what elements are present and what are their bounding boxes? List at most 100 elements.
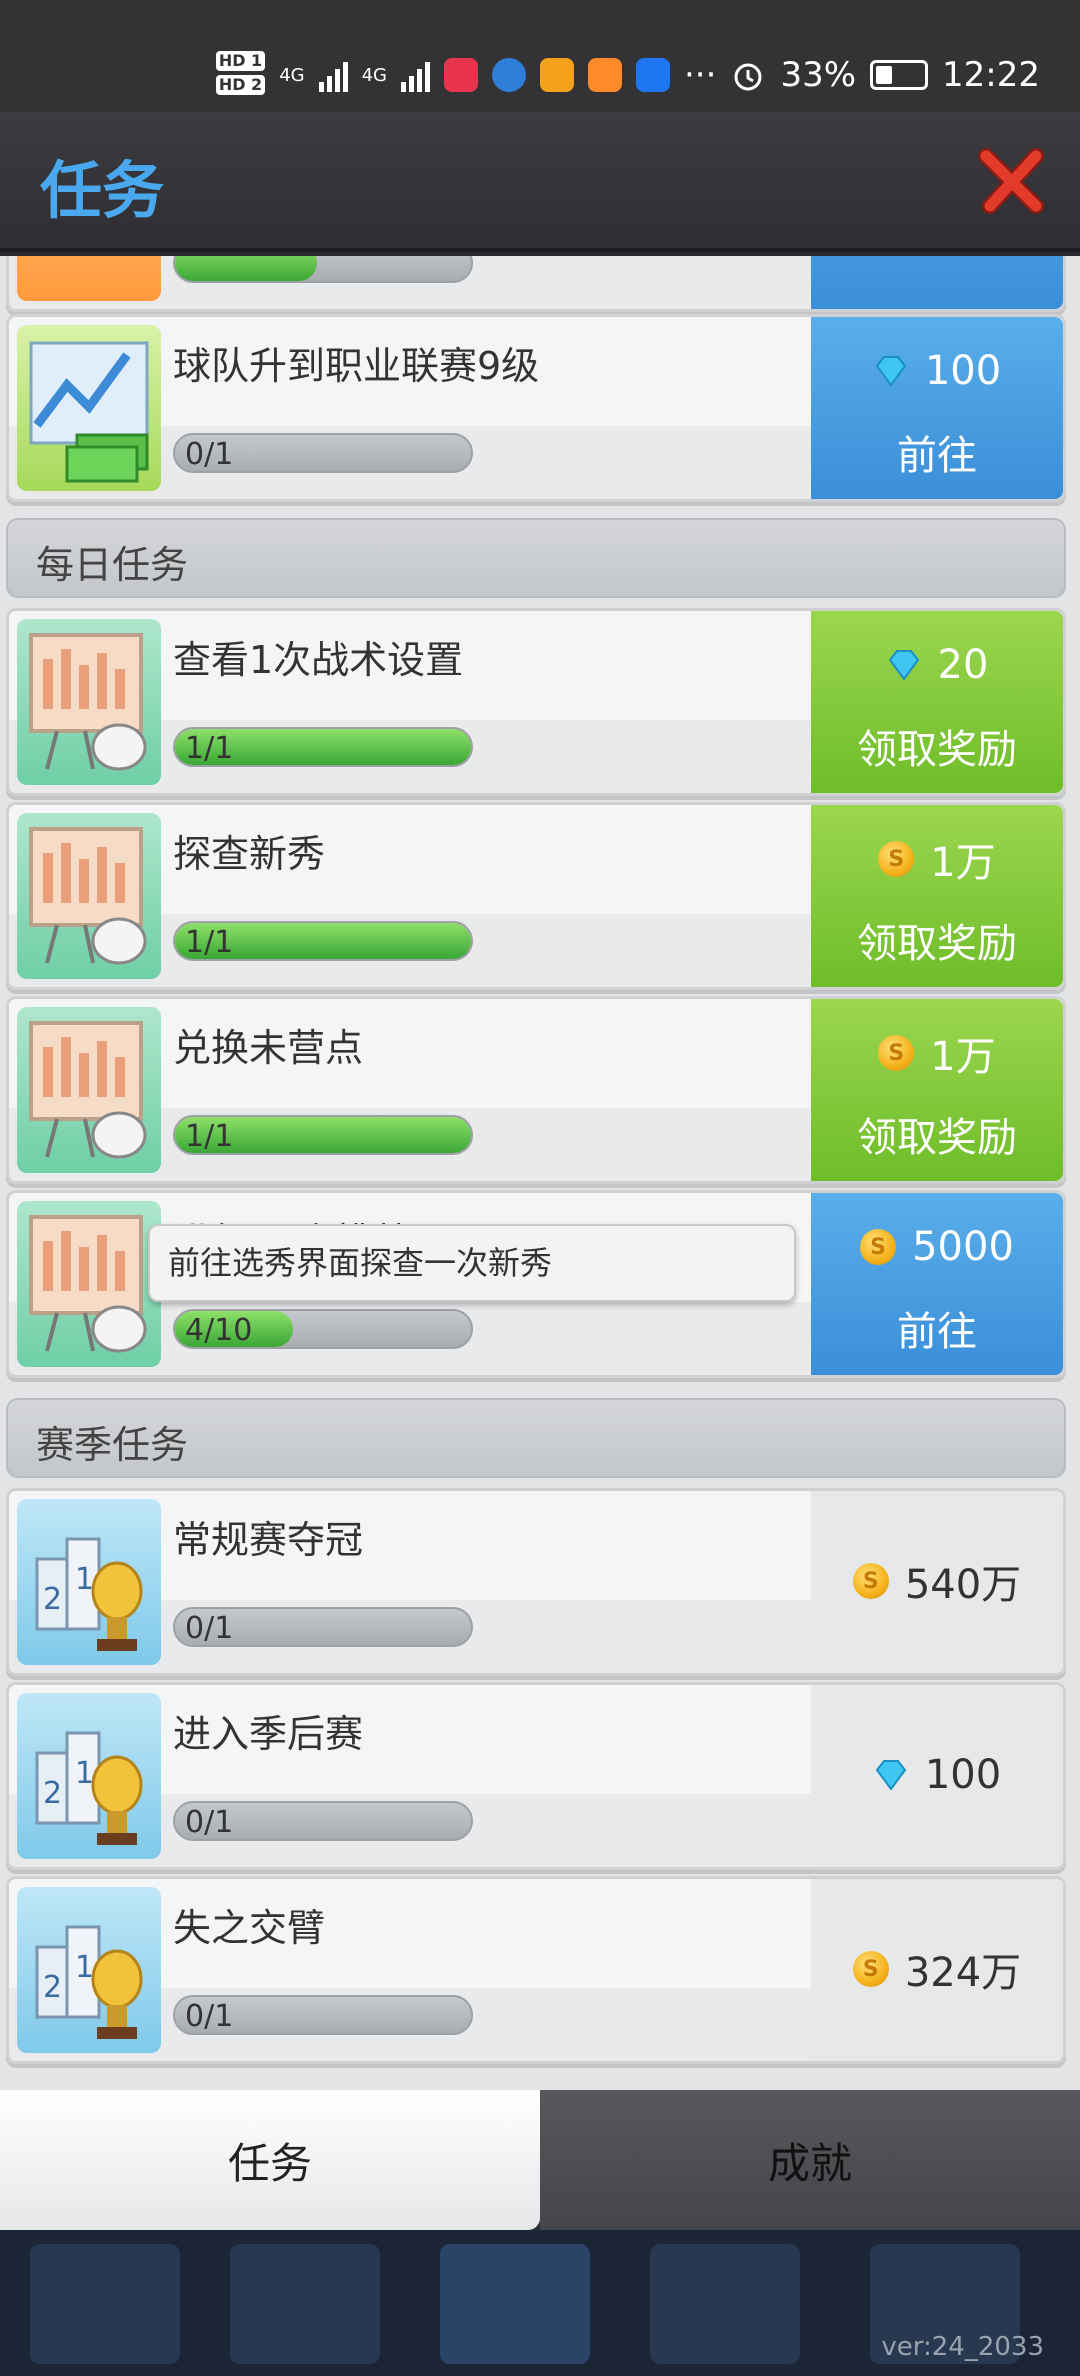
task-icon xyxy=(17,256,161,301)
section-header-daily: 每日任务 xyxy=(6,518,1066,598)
tab-tasks[interactable]: 任务 xyxy=(0,2090,540,2230)
status-icons: HD 1 HD 2 4G 4G ··· 33% 12:22 xyxy=(215,40,1040,110)
action-label: 前往 xyxy=(897,1309,977,1355)
coin-icon: S xyxy=(852,1951,889,1987)
section-title: 赛季任务 xyxy=(36,1423,189,1467)
svg-text:2: 2 xyxy=(43,1776,62,1811)
reward-value: 100 xyxy=(924,1752,1002,1798)
progress-text: 1/1 xyxy=(185,731,234,766)
reward-amount: 100 xyxy=(811,1747,1063,1803)
chart-money-icon xyxy=(17,325,161,491)
task-tooltip: 前往选秀界面探查一次新秀 xyxy=(148,1224,796,1302)
claim-reward-button[interactable]: 20 领取奖励 xyxy=(811,611,1063,793)
section-header-season: 赛季任务 xyxy=(6,1398,1066,1478)
nav-item-icon xyxy=(440,2244,590,2364)
task-title: 进入季后赛 xyxy=(173,1712,364,1756)
progress-bar: 0/1 xyxy=(173,1995,473,2035)
progress-bar: 0/1 xyxy=(173,433,473,473)
reward-display: 100 xyxy=(811,1685,1063,1867)
nav-item-icon xyxy=(650,2244,800,2364)
coin-icon: S xyxy=(878,1035,915,1071)
svg-text:1: 1 xyxy=(75,1756,94,1791)
svg-text:1: 1 xyxy=(75,1562,94,1597)
alarm-icon xyxy=(734,63,762,91)
claim-reward-button[interactable]: S 1万 领取奖励 xyxy=(811,999,1063,1181)
progress-bar: 0/1 xyxy=(173,1801,473,1841)
reward-value: 20 xyxy=(937,642,989,688)
hd1-label: HD 1 xyxy=(215,51,266,71)
reward-value: 540万 xyxy=(904,1562,1022,1608)
background-nav: ver:24_2033 xyxy=(0,2230,1080,2376)
trophy-icon: 2 1 xyxy=(17,1693,161,1859)
svg-text:2: 2 xyxy=(43,1582,62,1617)
progress-text: 0/1 xyxy=(185,1611,234,1646)
app2-notification-icon xyxy=(540,58,574,92)
progress-bar: 1/1 xyxy=(173,727,473,767)
claim-reward-button[interactable]: S 1万 领取奖励 xyxy=(811,805,1063,987)
reward-display: S 540万 xyxy=(811,1491,1063,1673)
action-label: 领取奖励 xyxy=(857,921,1017,967)
reward-value: 324万 xyxy=(904,1950,1022,1996)
progress-text: 1/1 xyxy=(185,925,234,960)
task-row-partial xyxy=(6,256,1066,312)
reward-amount: S 1万 xyxy=(811,1025,1063,1081)
task-list[interactable]: 球队升到职业联赛9级 0/1 100 前往 每日任务 查看1次战术设置 1/1 … xyxy=(0,256,1080,2092)
close-icon[interactable] xyxy=(976,142,1050,216)
battery-icon xyxy=(870,60,929,90)
task-title: 失之交臂 xyxy=(173,1906,326,1950)
reward-go-button[interactable]: 100 前往 xyxy=(811,317,1063,499)
tactics-board-icon xyxy=(17,1007,161,1173)
svg-text:2: 2 xyxy=(43,1970,62,2005)
reward-amount: S 5000 xyxy=(811,1219,1063,1275)
reward-amount: S 540万 xyxy=(811,1553,1063,1609)
diamond-icon xyxy=(888,650,919,681)
reward-amount: 20 xyxy=(811,637,1063,693)
svg-text:1: 1 xyxy=(75,1950,94,1985)
coin-icon: S xyxy=(860,1229,897,1265)
action-label: 前往 xyxy=(897,433,977,479)
task-row: 球队升到职业联赛9级 0/1 100 前往 xyxy=(6,314,1066,502)
clock: 12:22 xyxy=(942,55,1040,95)
task-row: 2 1 常规赛夺冠 0/1 S 540万 xyxy=(6,1488,1066,1676)
progress-bar: 1/1 xyxy=(173,1115,473,1155)
tactics-board-icon xyxy=(17,1201,161,1367)
trophy-icon: 2 1 xyxy=(17,1887,161,2053)
version-label: ver:24_2033 xyxy=(881,2332,1044,2362)
network-label-1: 4G xyxy=(279,64,305,86)
reward-display: S 324万 xyxy=(811,1879,1063,2061)
trophy-icon: 2 1 xyxy=(17,1499,161,1665)
progress-text: 1/1 xyxy=(185,1119,234,1154)
task-row: 探查新秀 1/1 S 1万 领取奖励 xyxy=(6,802,1066,990)
reward-go-button[interactable]: S 5000 前往 xyxy=(811,1193,1063,1375)
task-title: 探查新秀 xyxy=(173,832,326,876)
progress-bar: 4/10 xyxy=(173,1309,473,1349)
hd-indicator: HD 1 HD 2 xyxy=(215,51,266,99)
action-label: 领取奖励 xyxy=(857,1115,1017,1161)
task-row: 2 1 进入季后赛 0/1 100 xyxy=(6,1682,1066,1870)
tab-achievements[interactable]: 成就 xyxy=(540,2090,1080,2230)
reward-amount: S 1万 xyxy=(811,831,1063,887)
page-title: 任务 xyxy=(40,154,165,227)
progress-text: 0/1 xyxy=(185,1999,234,2034)
signal-icon-2 xyxy=(401,58,430,92)
coin-icon: S xyxy=(878,841,915,877)
reward-amount: 100 xyxy=(811,343,1063,399)
action-label: 领取奖励 xyxy=(857,727,1017,773)
progress-text: 4/10 xyxy=(185,1313,253,1348)
tactics-board-icon xyxy=(17,813,161,979)
battery-percent: 33% xyxy=(780,55,857,95)
task-title: 兑换未营点 xyxy=(173,1026,364,1070)
task-row: 兑换未营点 1/1 S 1万 领取奖励 xyxy=(6,996,1066,1184)
page-header: 任务 xyxy=(0,112,1080,252)
coin-icon: S xyxy=(852,1563,889,1599)
progress-text: 0/1 xyxy=(185,1805,234,1840)
tactics-board-icon xyxy=(17,619,161,785)
reward-go-button[interactable] xyxy=(811,256,1063,309)
task-title: 查看1次战术设置 xyxy=(173,638,464,682)
bulb-notification-icon xyxy=(636,58,670,92)
status-bar: HD 1 HD 2 4G 4G ··· 33% 12:22 xyxy=(0,0,1080,112)
app-notification-icon xyxy=(444,58,478,92)
task-row: 查看1次战术设置 1/1 20 领取奖励 xyxy=(6,608,1066,796)
video-notification-icon xyxy=(588,58,622,92)
reward-amount: S 324万 xyxy=(811,1941,1063,1997)
